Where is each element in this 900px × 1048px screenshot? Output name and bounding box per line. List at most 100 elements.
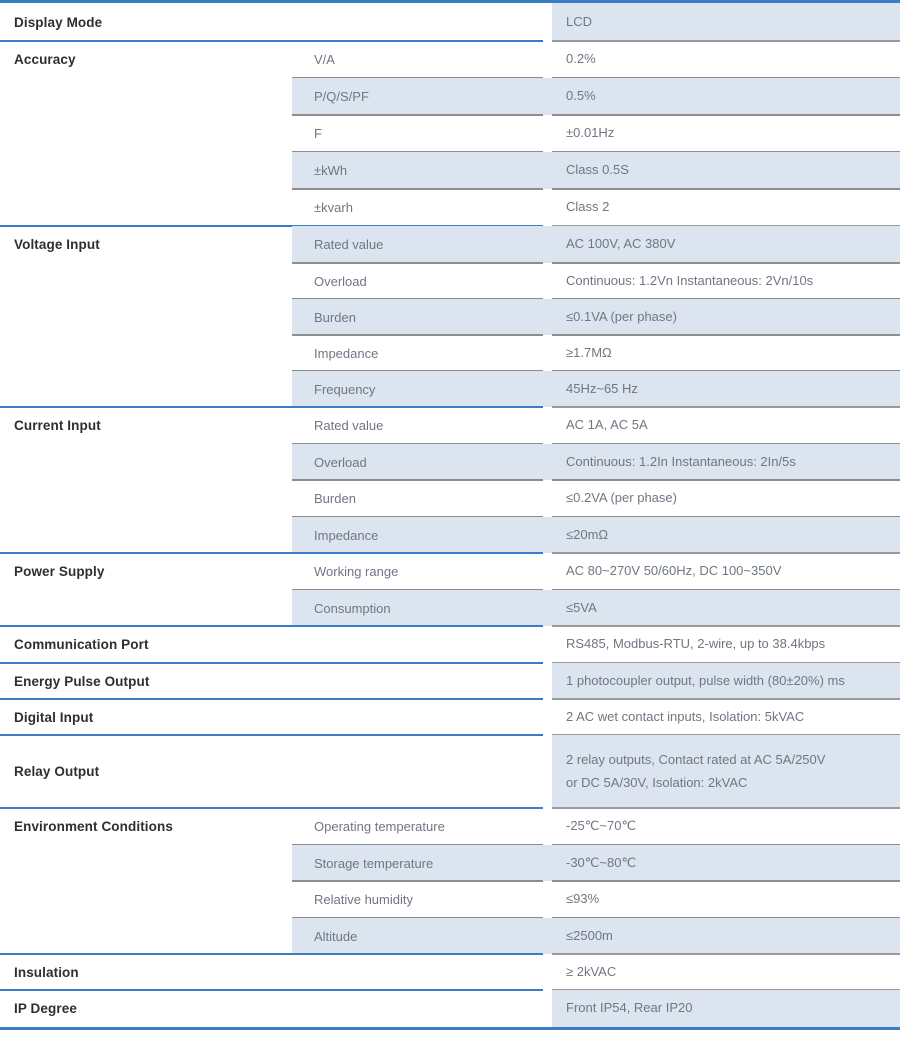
row-subcategory-label: Overload — [292, 444, 552, 480]
row-value: ≤5VA — [552, 590, 900, 626]
row-value-line: Front IP54, Rear IP20 — [566, 1000, 693, 1016]
row-value: -25℃~70℃ — [552, 808, 900, 845]
row-subcategory-label: Frequency — [292, 371, 552, 407]
table-row: Overload Continuous: 1.2Vn Instantaneous:… — [0, 263, 900, 299]
row-subcategory-label: Consumption — [292, 590, 552, 626]
row-category-label — [0, 881, 292, 918]
row-value-line: 2 relay outputs, Contact rated at AC 5A/… — [566, 751, 826, 767]
row-category-label: IP Degree — [14, 1001, 77, 1016]
table-row: ±kWh Class 0.5S — [0, 152, 900, 189]
table-row: Energy Pulse Output 1 photocoupler output… — [0, 663, 900, 699]
row-value-line: LCD — [566, 13, 593, 29]
table-row: Burden ≤0.1VA (per phase) — [0, 299, 900, 335]
row-value-line: 1 photocoupler output, pulse width (80±2… — [566, 672, 845, 688]
table-row: Storage temperature -30℃~80℃ — [0, 845, 900, 881]
row-value: AC 80~270V 50/60Hz, DC 100~350V — [552, 553, 900, 590]
row-category-label: Communication Port — [14, 637, 149, 652]
row-value: ≥ 2kVAC — [552, 954, 900, 990]
table-row: Voltage Input Rated value AC 100V, AC 380V — [0, 226, 900, 263]
row-value: 2 relay outputs, Contact rated at AC 5A/… — [552, 735, 900, 808]
row-category-label: Environment Conditions — [14, 819, 173, 834]
row-value-line: ≥ 2kVAC — [566, 963, 617, 979]
row-value: Class 0.5S — [552, 152, 900, 189]
row-subcategory-label: Rated value — [314, 418, 384, 433]
table-row: Impedance ≤20mΩ — [0, 517, 900, 553]
row-category-label — [0, 371, 292, 407]
row-value-line: ≤2500m — [566, 927, 613, 943]
row-value-line: ≤0.1VA (per phase) — [566, 308, 677, 324]
row-subcategory-label: V/A — [314, 52, 335, 67]
row-category-label — [0, 189, 292, 226]
row-category-label: Power Supply — [14, 564, 105, 579]
row-category-label: Display Mode — [14, 14, 103, 30]
table-row: Communication Port RS485, Modbus-RTU, 2-w… — [0, 626, 900, 663]
row-value-line: ≥1.7MΩ — [566, 344, 612, 360]
row-value-line: AC 80~270V 50/60Hz, DC 100~350V — [566, 563, 782, 579]
row-value: LCD — [552, 3, 900, 41]
row-category-label — [0, 115, 292, 152]
row-category-label — [0, 845, 292, 881]
table-row: ±kvarh Class 2 — [0, 189, 900, 226]
row-value: 0.2% — [552, 41, 900, 78]
table-row: Insulation ≥ 2kVAC — [0, 954, 900, 990]
table-row: Accuracy V/A 0.2% — [0, 41, 900, 78]
row-subcategory-label — [292, 699, 552, 735]
row-value: RS485, Modbus-RTU, 2-wire, up to 38.4kbp… — [552, 626, 900, 663]
row-value-line: ≤20mΩ — [566, 526, 609, 542]
row-subcategory-label: Impedance — [314, 345, 379, 361]
table-row: Relative humidity ≤93% — [0, 881, 900, 918]
row-subcategory-label: Impedance — [292, 517, 552, 553]
row-value-line: 0.2% — [566, 51, 596, 67]
table-row: IP Degree Front IP54, Rear IP20 — [0, 990, 900, 1027]
row-category-label: Voltage Input — [14, 237, 100, 252]
row-category-label — [0, 263, 292, 299]
row-category-label — [0, 444, 292, 480]
row-value-line: -25℃~70℃ — [566, 818, 637, 834]
row-value: ≤20mΩ — [552, 517, 900, 553]
row-value: ≤2500m — [552, 918, 900, 954]
row-category-label — [0, 517, 292, 553]
row-category-label — [0, 78, 292, 115]
row-value-line: ≤93% — [566, 891, 600, 907]
row-value-line: ≤5VA — [566, 599, 597, 615]
row-category-label — [0, 590, 292, 626]
row-value-line: ±0.01Hz — [566, 125, 615, 141]
table-row: F ±0.01Hz — [0, 115, 900, 152]
row-value-line: Continuous: 1.2In Instantaneous: 2In/5s — [566, 453, 796, 469]
row-subcategory-label: Burden — [292, 299, 552, 335]
row-value-line: -30℃~80℃ — [566, 854, 637, 870]
row-value: ≤0.1VA (per phase) — [552, 299, 900, 335]
table-body: Display Mode LCD Accuracy V/A 0.2% P/Q/S/PF 0.… — [0, 3, 900, 1027]
table-row: Relay Output 2 relay outputs, Contact rat… — [0, 735, 900, 808]
row-value-line: 0.5% — [566, 88, 596, 104]
row-subcategory-label: F — [314, 126, 322, 141]
row-category-label: Current Input — [14, 418, 101, 433]
row-value-line: AC 100V, AC 380V — [566, 236, 676, 252]
row-category-label — [0, 918, 292, 954]
table-row: Digital Input 2 AC wet contact inputs, Is… — [0, 699, 900, 735]
table-row: Consumption ≤5VA — [0, 590, 900, 626]
specification-table: Display Mode LCD Accuracy V/A 0.2% P/Q/S/PF 0.… — [0, 0, 900, 1048]
row-value: Class 2 — [552, 189, 900, 226]
table-row: Altitude ≤2500m — [0, 918, 900, 954]
row-subcategory-label: Overload — [314, 273, 367, 289]
row-category-label: Energy Pulse Output — [14, 673, 150, 689]
row-value: Continuous: 1.2In Instantaneous: 2In/5s — [552, 444, 900, 480]
row-value-line: AC 1A, AC 5A — [566, 417, 648, 433]
row-category-label: Relay Output — [14, 764, 100, 779]
table-row: P/Q/S/PF 0.5% — [0, 78, 900, 115]
row-subcategory-label: Storage temperature — [292, 845, 552, 881]
row-value-line: Class 0.5S — [566, 162, 629, 178]
row-subcategory-label: Altitude — [292, 918, 552, 954]
row-subcategory-label: ±kWh — [292, 152, 552, 189]
table-row: Environment Conditions Operating temperat… — [0, 808, 900, 845]
table-row: Display Mode LCD — [0, 3, 900, 41]
row-subcategory-label: Working range — [314, 564, 399, 579]
row-subcategory-label: ±kvarh — [314, 200, 353, 215]
row-category-label: Accuracy — [14, 52, 76, 67]
row-value: AC 1A, AC 5A — [552, 407, 900, 444]
row-subcategory-label — [292, 663, 552, 699]
row-value-line: Continuous: 1.2Vn Instantaneous: 2Vn/10s — [566, 272, 814, 288]
row-subcategory-label: Rated value — [292, 226, 552, 263]
row-value: ≤93% — [552, 881, 900, 918]
